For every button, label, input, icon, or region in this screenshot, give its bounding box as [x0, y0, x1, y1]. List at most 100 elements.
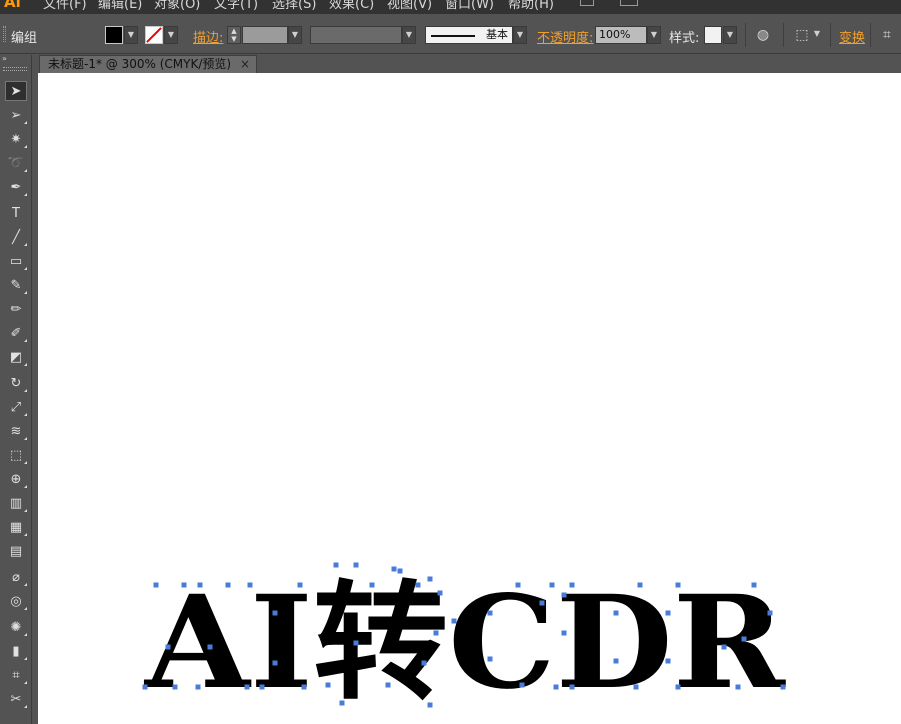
- paintbrush-tool[interactable]: ✎: [5, 275, 27, 295]
- warp-tool[interactable]: ≋: [5, 421, 27, 441]
- anchor-point[interactable]: [369, 582, 375, 588]
- anchor-point[interactable]: [195, 684, 201, 690]
- anchor-point[interactable]: [259, 684, 265, 690]
- scale-tool[interactable]: ⤢: [5, 397, 27, 417]
- anchor-point[interactable]: [153, 582, 159, 588]
- tools-panel-grip[interactable]: [3, 67, 27, 71]
- anchor-point[interactable]: [244, 684, 250, 690]
- fill-dropdown[interactable]: ▼: [124, 26, 138, 44]
- anchor-point[interactable]: [353, 640, 359, 646]
- anchor-point[interactable]: [272, 610, 278, 616]
- column-graph-tool[interactable]: ▮: [5, 641, 27, 661]
- variable-width-dropdown[interactable]: ▼: [402, 26, 416, 44]
- menu-window[interactable]: 窗口(W): [445, 0, 494, 12]
- rectangle-tool[interactable]: ▭: [5, 251, 27, 271]
- anchor-point[interactable]: [741, 636, 747, 642]
- blend-tool[interactable]: ◎: [5, 591, 27, 611]
- anchor-point[interactable]: [665, 658, 671, 664]
- anchor-point[interactable]: [397, 568, 403, 574]
- anchor-point[interactable]: [297, 582, 303, 588]
- brush-definition-dropdown[interactable]: ▼: [513, 26, 527, 44]
- stroke-swatch[interactable]: [145, 26, 163, 44]
- anchor-point[interactable]: [172, 684, 178, 690]
- anchor-point[interactable]: [553, 684, 559, 690]
- anchor-point[interactable]: [451, 618, 457, 624]
- anchor-point[interactable]: [721, 644, 727, 650]
- anchor-point[interactable]: [437, 590, 443, 596]
- anchor-point[interactable]: [735, 684, 741, 690]
- anchor-point[interactable]: [427, 702, 433, 708]
- anchor-point[interactable]: [427, 576, 433, 582]
- anchor-point[interactable]: [665, 610, 671, 616]
- document-tab[interactable]: 未标题-1* @ 300% (CMYK/预览) ×: [39, 55, 257, 73]
- menu-type[interactable]: 文字(T): [214, 0, 258, 12]
- direct-selection-tool[interactable]: ➢: [5, 105, 27, 125]
- anchor-point[interactable]: [353, 562, 359, 568]
- anchor-point[interactable]: [751, 582, 757, 588]
- isolate-group-icon[interactable]: ⌗: [878, 26, 896, 44]
- anchor-point[interactable]: [569, 684, 575, 690]
- variable-width-profile[interactable]: [310, 26, 402, 44]
- anchor-point[interactable]: [780, 684, 786, 690]
- anchor-point[interactable]: [613, 610, 619, 616]
- anchor-point[interactable]: [333, 562, 339, 568]
- gradient-tool[interactable]: ▤: [5, 541, 27, 561]
- anchor-point[interactable]: [637, 582, 643, 588]
- menu-edit[interactable]: 编辑(E): [98, 0, 142, 12]
- opacity-field[interactable]: 100%: [595, 26, 647, 44]
- anchor-point[interactable]: [142, 684, 148, 690]
- anchor-point[interactable]: [325, 682, 331, 688]
- anchor-point[interactable]: [633, 684, 639, 690]
- anchor-point[interactable]: [613, 658, 619, 664]
- artboard-canvas[interactable]: AI转CDR: [38, 73, 901, 724]
- anchor-point[interactable]: [391, 566, 397, 572]
- selection-tool[interactable]: ➤: [5, 81, 27, 101]
- anchor-point[interactable]: [421, 660, 427, 666]
- anchor-point[interactable]: [247, 582, 253, 588]
- control-bar-grip[interactable]: [3, 26, 6, 42]
- graphic-style-dropdown[interactable]: ▼: [723, 26, 737, 44]
- slice-tool[interactable]: ✂: [5, 689, 27, 709]
- anchor-point[interactable]: [487, 656, 493, 662]
- line-segment-tool[interactable]: ╱: [5, 227, 27, 247]
- anchor-point[interactable]: [519, 682, 525, 688]
- anchor-point[interactable]: [165, 644, 171, 650]
- pen-tool[interactable]: ✒: [5, 177, 27, 197]
- anchor-point[interactable]: [767, 610, 773, 616]
- anchor-point[interactable]: [561, 630, 567, 636]
- arrange-documents-icon[interactable]: [620, 0, 638, 6]
- menu-object[interactable]: 对象(O): [154, 0, 200, 12]
- opacity-label[interactable]: 不透明度:: [537, 27, 593, 46]
- anchor-point[interactable]: [207, 644, 213, 650]
- shape-builder-tool[interactable]: ⊕: [5, 469, 27, 489]
- rotate-tool[interactable]: ↻: [5, 373, 27, 393]
- anchor-point[interactable]: [272, 660, 278, 666]
- mesh-tool[interactable]: ▦: [5, 517, 27, 537]
- anchor-point[interactable]: [675, 684, 681, 690]
- artwork-svg[interactable]: AI转CDR: [38, 73, 901, 724]
- graphic-style-swatch[interactable]: [704, 26, 722, 44]
- close-tab-icon[interactable]: ×: [240, 56, 250, 73]
- align-to-dropdown[interactable]: ▼: [810, 26, 824, 44]
- align-to-icon[interactable]: ⬚: [793, 26, 811, 44]
- brush-definition[interactable]: 基本: [425, 26, 513, 44]
- menu-help[interactable]: 帮助(H): [508, 0, 554, 12]
- anchor-point[interactable]: [225, 582, 231, 588]
- bridge-icon[interactable]: [580, 0, 594, 6]
- stroke-weight-label[interactable]: 描边:: [193, 27, 223, 46]
- lasso-tool[interactable]: ➰: [5, 153, 27, 173]
- pencil-tool[interactable]: ✏: [5, 299, 27, 319]
- anchor-point[interactable]: [181, 582, 187, 588]
- anchor-point[interactable]: [487, 610, 493, 616]
- fill-swatch[interactable]: [105, 26, 123, 44]
- anchor-point[interactable]: [301, 684, 307, 690]
- menu-select[interactable]: 选择(S): [272, 0, 316, 12]
- stroke-dropdown[interactable]: ▼: [164, 26, 178, 44]
- artwork-outlined-text[interactable]: AI转CDR: [144, 568, 787, 718]
- anchor-point[interactable]: [561, 592, 567, 598]
- eyedropper-tool[interactable]: ⌀: [5, 567, 27, 587]
- anchor-point[interactable]: [339, 700, 345, 706]
- anchor-point[interactable]: [515, 582, 521, 588]
- stroke-weight-field[interactable]: [242, 26, 288, 44]
- opacity-dropdown[interactable]: ▼: [647, 26, 661, 44]
